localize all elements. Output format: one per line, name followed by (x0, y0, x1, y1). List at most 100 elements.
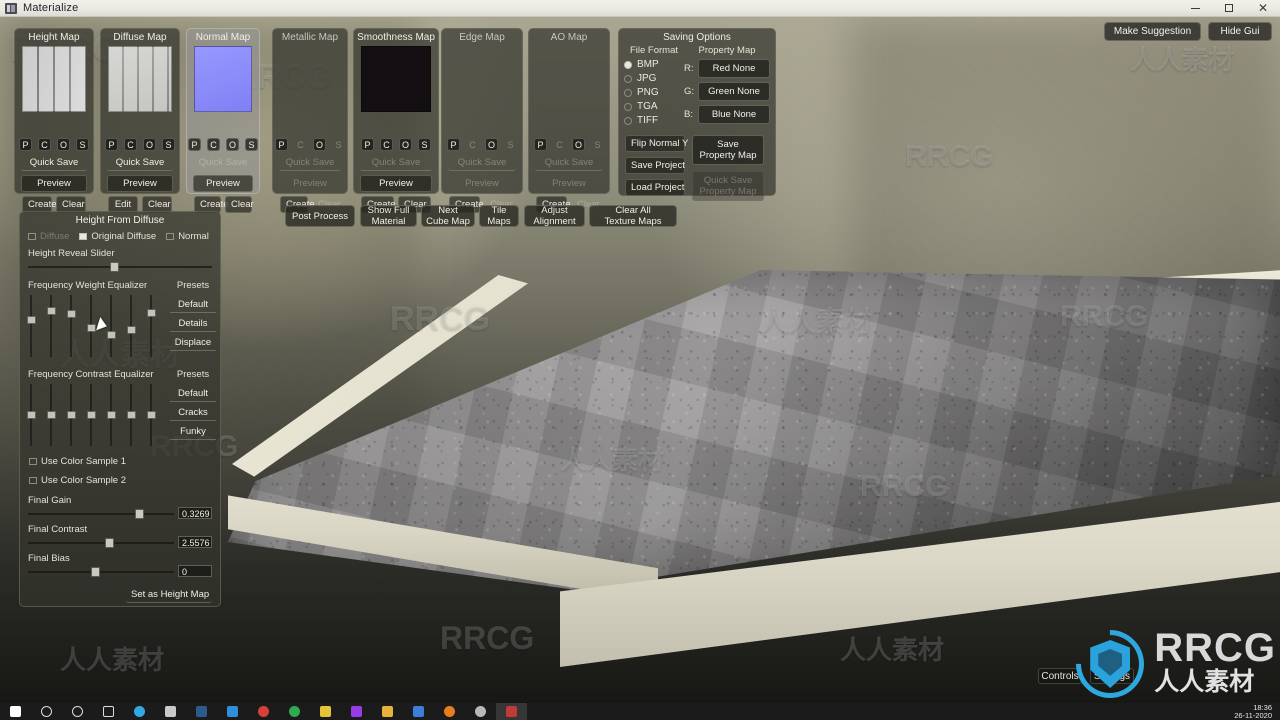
height-reveal-knob[interactable] (110, 262, 119, 272)
maximize-button[interactable] (1212, 0, 1246, 17)
weight-preset-default[interactable]: Default (170, 297, 216, 313)
channel-toggle-p[interactable]: P (188, 138, 201, 151)
channel-toggle-p[interactable]: P (361, 138, 374, 151)
format-radio-tga[interactable]: TGA (624, 101, 684, 112)
channel-toggle-c[interactable]: C (380, 138, 393, 151)
format-radio-tiff[interactable]: TIFF (624, 115, 684, 126)
frequency-contrast-slider-6[interactable] (127, 384, 136, 446)
taskbar-premiere-icon[interactable] (341, 703, 372, 720)
preview-button[interactable]: Preview (535, 175, 603, 192)
channel-toggle-o[interactable]: O (313, 138, 326, 151)
map-thumbnail[interactable] (361, 46, 431, 112)
taskbar-materialize-icon[interactable] (496, 703, 527, 720)
flip-normal-y-button[interactable]: Flip Normal Y (625, 135, 688, 152)
quick-save-button[interactable]: Quick Save (21, 155, 87, 171)
contrast-preset-cracks[interactable]: Cracks (170, 405, 216, 421)
format-radio-jpg[interactable]: JPG (624, 73, 684, 84)
slider-knob[interactable] (67, 411, 76, 419)
format-radio-bmp[interactable]: BMP (624, 59, 684, 70)
taskbar-clock[interactable]: 18:36 26-11-2020 (1234, 703, 1272, 720)
frequency-contrast-slider-5[interactable] (107, 384, 116, 446)
map-thumbnail[interactable] (22, 46, 86, 112)
preview-button[interactable]: Preview (448, 175, 516, 192)
taskbar-folder-icon[interactable] (372, 703, 403, 720)
height-source-original-diffuse[interactable]: Original Diffuse (79, 231, 156, 242)
quick-save-button[interactable]: Quick Save (448, 155, 516, 171)
make-suggestion-button[interactable]: Make Suggestion (1104, 22, 1201, 41)
final-bias-knob[interactable] (91, 567, 100, 577)
slider-knob[interactable] (107, 331, 116, 339)
toolbar-button-adjust-alignment[interactable]: Adjust Alignment (524, 205, 585, 227)
channel-toggle-c[interactable]: C (124, 138, 137, 151)
frequency-contrast-slider-1[interactable] (27, 384, 36, 446)
channel-select-g[interactable]: Green None (698, 82, 770, 101)
quick-save-button[interactable]: Quick Save (193, 155, 253, 171)
slider-knob[interactable] (27, 316, 36, 324)
toolbar-button-clear-all-texture-maps[interactable]: Clear All Texture Maps (589, 205, 677, 227)
channel-toggle-o[interactable]: O (143, 138, 156, 151)
channel-select-r[interactable]: Red None (698, 59, 770, 78)
close-button[interactable]: ✕ (1246, 0, 1280, 17)
toolbar-button-post-process[interactable]: Post Process (285, 205, 355, 227)
height-source-diffuse[interactable]: Diffuse (28, 231, 69, 242)
frequency-contrast-slider-4[interactable] (87, 384, 96, 446)
frequency-weight-slider-2[interactable] (47, 295, 56, 357)
taskbar-photoshop-icon[interactable] (186, 703, 217, 720)
quick-save-button[interactable]: Quick Save (360, 155, 432, 171)
preview-button[interactable]: Preview (193, 175, 253, 192)
frequency-contrast-equalizer[interactable] (27, 384, 170, 446)
taskbar-chrome-icon[interactable] (279, 703, 310, 720)
final-contrast-slider[interactable] (28, 538, 174, 548)
frequency-contrast-slider-2[interactable] (47, 384, 56, 446)
frequency-weight-slider-1[interactable] (27, 295, 36, 357)
final-contrast-value[interactable]: 2.5576 (178, 535, 212, 548)
map-thumbnail[interactable] (449, 46, 515, 112)
contrast-preset-funky[interactable]: Funky (170, 424, 216, 440)
channel-toggle-c[interactable]: C (294, 138, 307, 151)
contrast-preset-default[interactable]: Default (170, 386, 216, 402)
map-thumbnail[interactable] (194, 46, 252, 112)
final-contrast-knob[interactable] (105, 538, 114, 548)
weight-preset-details[interactable]: Details (170, 316, 216, 332)
taskbar-cortana-icon[interactable] (62, 703, 93, 720)
taskbar-blender-icon[interactable] (434, 703, 465, 720)
taskbar-photos-icon[interactable] (403, 703, 434, 720)
channel-toggle-p[interactable]: P (534, 138, 547, 151)
frequency-weight-slider-7[interactable] (147, 295, 156, 357)
slider-knob[interactable] (87, 411, 96, 419)
channel-toggle-s[interactable]: S (591, 138, 604, 151)
channel-toggle-s[interactable]: S (418, 138, 431, 151)
map-thumbnail[interactable] (280, 46, 340, 112)
use-color-sample-2-checkbox[interactable]: Use Color Sample 2 (29, 475, 126, 486)
file-format-radio-group[interactable]: BMP JPG PNG TGA TIFF (624, 59, 684, 126)
toolbar-button-show-full-material[interactable]: Show Full Material (360, 205, 417, 227)
quick-save-button[interactable]: Quick Save (279, 155, 341, 171)
hide-gui-button[interactable]: Hide Gui (1208, 22, 1272, 41)
channel-toggle-s[interactable]: S (76, 138, 89, 151)
height-reveal-slider[interactable] (28, 262, 212, 272)
set-as-height-map-button[interactable]: Set as Height Map (126, 587, 212, 603)
channel-toggle-o[interactable]: O (485, 138, 498, 151)
final-bias-slider[interactable] (28, 567, 174, 577)
channel-toggle-p[interactable]: P (105, 138, 118, 151)
channel-toggle-o[interactable]: O (399, 138, 412, 151)
map-thumbnail[interactable] (536, 46, 602, 112)
taskbar-task-view-icon[interactable] (93, 703, 124, 720)
slider-knob[interactable] (87, 324, 96, 332)
channel-toggle-p[interactable]: P (447, 138, 460, 151)
weight-preset-displace[interactable]: Displace (170, 335, 216, 351)
taskbar-mail-icon[interactable] (217, 703, 248, 720)
channel-toggle-s[interactable]: S (245, 138, 258, 151)
map-thumbnail[interactable] (108, 46, 172, 112)
frequency-weight-slider-4[interactable] (87, 295, 96, 357)
height-source-radio-group[interactable]: Diffuse Original Diffuse Normal (20, 226, 220, 242)
slider-knob[interactable] (127, 326, 136, 334)
minimize-button[interactable] (1178, 0, 1212, 17)
format-radio-png[interactable]: PNG (624, 87, 684, 98)
channel-toggle-p[interactable]: P (19, 138, 32, 151)
channel-toggle-s[interactable]: S (332, 138, 345, 151)
final-gain-knob[interactable] (135, 509, 144, 519)
taskbar-store-icon[interactable] (310, 703, 341, 720)
channel-toggle-c[interactable]: C (38, 138, 51, 151)
frequency-contrast-slider-3[interactable] (67, 384, 76, 446)
